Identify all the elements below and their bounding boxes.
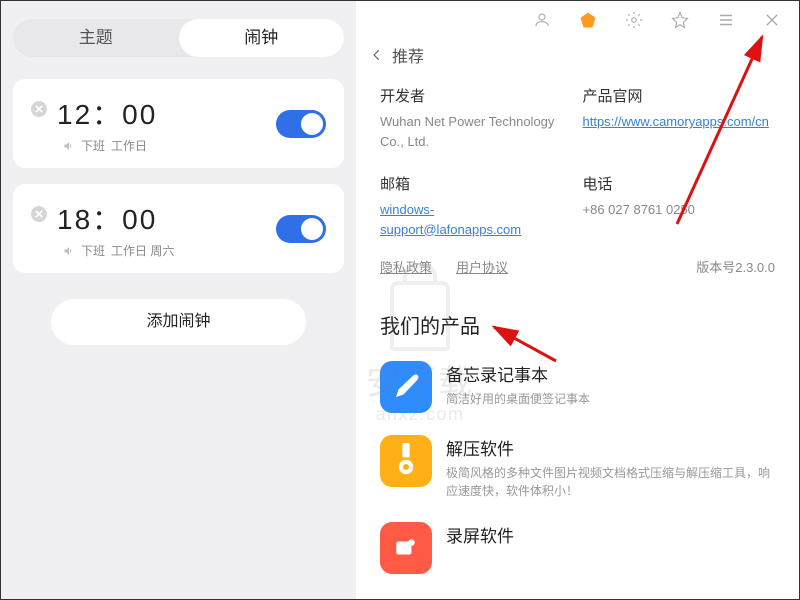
alarm-toggle[interactable] <box>276 110 326 138</box>
alarm-item[interactable]: 18：00 下班 工作日 周六 <box>13 184 344 273</box>
privacy-link[interactable]: 隐私政策 <box>380 257 432 276</box>
add-alarm-button[interactable]: 添加闹钟 <box>51 299 306 345</box>
website-label: 产品官网 <box>583 85 776 106</box>
alarm-toggle[interactable] <box>276 215 326 243</box>
alarm-repeat: 工作日 <box>111 137 147 154</box>
delete-alarm-icon[interactable] <box>31 101 47 117</box>
speaker-icon <box>63 245 75 257</box>
recorder-icon <box>380 522 432 574</box>
product-item[interactable]: 解压软件 极简风格的多种文件图片视频文档格式压缩与解压缩工具，响应速度快，软件体… <box>356 427 799 514</box>
user-icon[interactable] <box>533 11 551 29</box>
alarm-time: 18：00 <box>57 198 174 238</box>
email-link[interactable]: windows-support@lafonapps.com <box>380 202 521 237</box>
alarm-item[interactable]: 12：00 下班 工作日 <box>13 79 344 168</box>
tab-alarm[interactable]: 闹钟 <box>179 19 345 57</box>
phone-label: 电话 <box>583 173 776 194</box>
website-block: 产品官网 https://www.camoryapps.com/cn <box>583 85 776 151</box>
phone-value: +86 027 8761 0250 <box>583 200 776 220</box>
developer-block: 开发者 Wuhan Net Power Technology Co., Ltd. <box>380 85 573 151</box>
back-icon[interactable] <box>370 48 384 62</box>
product-item[interactable]: 备忘录记事本 简洁好用的桌面便签记事本 <box>356 353 799 427</box>
breadcrumb-title: 推荐 <box>392 43 424 67</box>
email-label: 邮箱 <box>380 173 573 194</box>
vip-icon[interactable] <box>579 11 597 29</box>
speaker-icon <box>63 140 75 152</box>
developer-label: 开发者 <box>380 85 573 106</box>
tab-theme[interactable]: 主题 <box>13 19 179 57</box>
email-block: 邮箱 windows-support@lafonapps.com <box>380 173 573 239</box>
delete-alarm-icon[interactable] <box>31 206 47 222</box>
product-name: 解压软件 <box>446 435 775 460</box>
menu-icon[interactable] <box>717 11 735 29</box>
version-text: 版本号2.3.0.0 <box>696 257 775 276</box>
gear-icon[interactable] <box>625 11 643 29</box>
product-name: 备忘录记事本 <box>446 361 590 386</box>
developer-value: Wuhan Net Power Technology Co., Ltd. <box>380 112 573 151</box>
products-title: 我们的产品 <box>356 286 799 353</box>
zip-icon <box>380 435 432 487</box>
product-item[interactable]: 录屏软件 <box>356 514 799 588</box>
product-name: 录屏软件 <box>446 522 514 547</box>
alarm-repeat: 工作日 周六 <box>111 242 174 259</box>
close-icon[interactable] <box>763 11 781 29</box>
star-icon[interactable] <box>671 11 689 29</box>
alarm-time: 12：00 <box>57 93 157 133</box>
alarm-label: 下班 <box>81 242 105 259</box>
product-desc: 简洁好用的桌面便签记事本 <box>446 390 590 408</box>
notepad-icon <box>380 361 432 413</box>
alarm-label: 下班 <box>81 137 105 154</box>
website-link[interactable]: https://www.camoryapps.com/cn <box>583 114 769 129</box>
phone-block: 电话 +86 027 8761 0250 <box>583 173 776 239</box>
terms-link[interactable]: 用户协议 <box>456 257 508 276</box>
product-desc: 极简风格的多种文件图片视频文档格式压缩与解压缩工具，响应速度快，软件体积小！ <box>446 464 775 500</box>
